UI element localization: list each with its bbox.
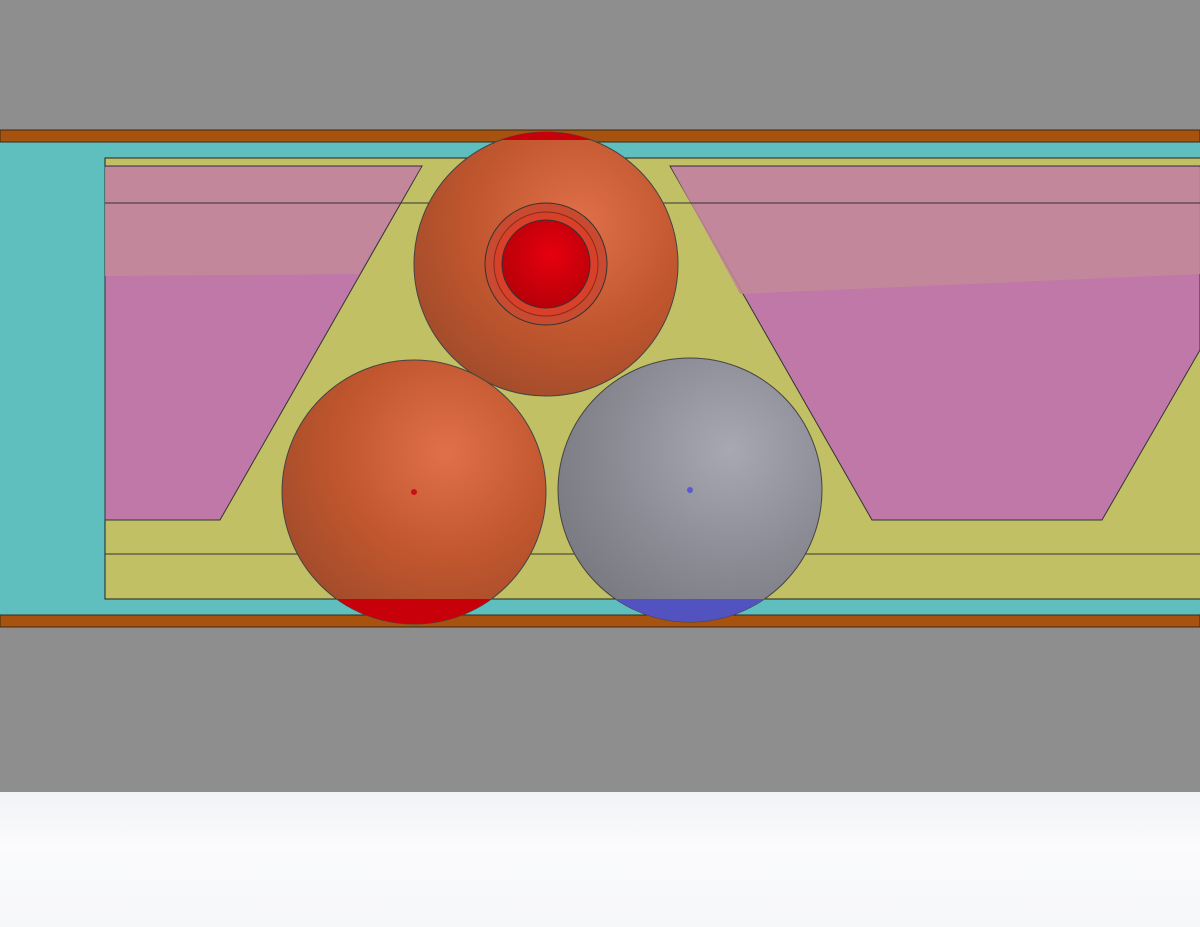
top-rail[interactable] [0, 129, 1200, 143]
status-area [0, 792, 1200, 927]
socket-core[interactable] [501, 219, 591, 309]
bottom-rail[interactable] [0, 614, 1200, 628]
bottom-right-ball[interactable] [557, 357, 823, 623]
cad-viewport[interactable] [0, 0, 1200, 927]
right-pocket-highlight [671, 167, 1200, 294]
cad-scene[interactable] [0, 0, 1200, 792]
bottom-right-ball-center-point[interactable] [687, 487, 693, 493]
bottom-left-ball-center-point[interactable] [411, 489, 417, 495]
top-ball[interactable] [413, 131, 679, 397]
bottom-left-ball[interactable] [281, 359, 547, 625]
